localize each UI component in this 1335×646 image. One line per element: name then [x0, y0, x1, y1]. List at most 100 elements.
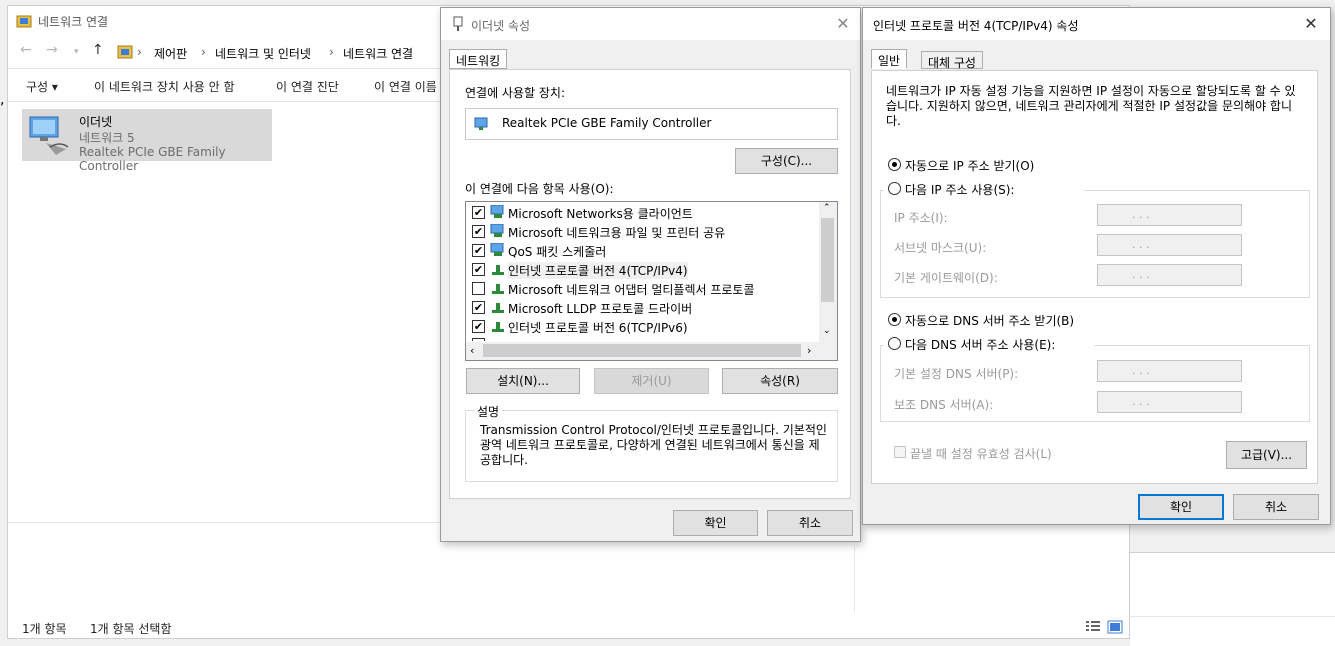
adapter-field: Realtek PCIe GBE Family Controller — [465, 108, 838, 140]
checkbox-multiplexor[interactable] — [472, 282, 485, 295]
scroll-up-icon[interactable]: ⌃ — [823, 203, 831, 213]
list-item[interactable]: ✔ 인터넷 프로토콜 버전 6(TCP/IPv6) — [470, 317, 820, 336]
item-count: 1개 항목 — [22, 622, 67, 636]
preferred-dns-field[interactable]: . . . — [1097, 360, 1242, 382]
recent-chevron-icon[interactable]: ▾ — [74, 47, 79, 57]
close-icon[interactable]: ✕ — [833, 14, 853, 33]
subnet-mask-field[interactable]: . . . — [1097, 234, 1242, 256]
checkbox-lldp[interactable]: ✔ — [472, 301, 485, 314]
networking-panel: 연결에 사용할 장치: Realtek PCIe GBE Family Cont… — [449, 69, 851, 499]
diagnose-button[interactable]: 이 연결 진단 — [276, 78, 339, 95]
scroll-right-icon[interactable]: › — [807, 344, 811, 357]
subnet-mask-label: 서브넷 마스크(U): — [894, 241, 987, 255]
ethernet-properties-dialog: 이더넷 속성 ✕ 네트워킹 연결에 사용할 장치: Realtek PCIe G… — [440, 7, 861, 542]
selected-count: 1개 항목 선택함 — [90, 622, 172, 636]
scroll-left-icon[interactable]: ‹ — [470, 344, 474, 357]
vertical-scrollbar[interactable]: ⌃ ⌄ — [819, 202, 837, 342]
explorer-title: 네트워크 연결 — [38, 15, 109, 29]
connect-using-label: 연결에 사용할 장치: — [465, 86, 565, 100]
radio-manual-ip[interactable] — [888, 182, 901, 195]
breadcrumb-separator-icon: › — [329, 45, 334, 59]
configure-button[interactable]: 구성(C)... — [735, 148, 838, 174]
ipv4-title: 인터넷 프로토콜 버전 4(TCP/IPv4) 속성 — [873, 19, 1079, 33]
advanced-button[interactable]: 고급(V)... — [1226, 441, 1307, 469]
radio-auto-dns[interactable] — [888, 313, 901, 326]
auto-ip-label[interactable]: 자동으로 IP 주소 받기(O) — [905, 157, 1034, 174]
connection-name: 이더넷 — [79, 115, 113, 129]
service-icon — [490, 224, 504, 237]
tab-alternate-config[interactable]: 대체 구성 — [921, 51, 983, 70]
details-view-icon[interactable] — [1085, 620, 1101, 634]
preferred-dns-label: 기본 설정 DNS 서버(P): — [894, 367, 1019, 381]
checkbox-file-sharing[interactable]: ✔ — [472, 225, 485, 238]
checkbox-qos[interactable]: ✔ — [472, 244, 485, 257]
tab-networking[interactable]: 네트워킹 — [449, 49, 508, 69]
address-bar[interactable]: › 제어판 › 네트워크 및 인터넷 › 네트워크 연결 — [114, 41, 452, 63]
manual-ip-legend: 다음 IP 주소 사용(S): — [884, 179, 1084, 197]
manual-dns-label[interactable]: 다음 DNS 서버 주소 사용(E): — [905, 336, 1055, 353]
adapter-name: Realtek PCIe GBE Family Controller — [502, 116, 712, 130]
properties-button[interactable]: 속성(R) — [722, 368, 838, 394]
description-group: 설명 Transmission Control Protocol/인터넷 프로토… — [465, 403, 838, 482]
props-title-bar[interactable]: 이더넷 속성 ✕ — [441, 8, 860, 40]
ipv4-title-bar[interactable]: 인터넷 프로토콜 버전 4(TCP/IPv4) 속성 ✕ — [863, 8, 1330, 40]
ok-button[interactable]: 확인 — [1138, 494, 1224, 520]
remove-button[interactable]: 제거(U) — [594, 368, 709, 394]
partial-row — [466, 338, 837, 341]
rename-button[interactable]: 이 연결 이름 — [374, 78, 437, 95]
breadcrumb-control-panel[interactable]: 제어판 — [154, 45, 187, 62]
ip-address-field[interactable]: . . . — [1097, 204, 1242, 226]
radio-auto-ip[interactable] — [888, 158, 901, 171]
list-item[interactable]: ✔ 인터넷 프로토콜 버전 4(TCP/IPv4) — [470, 260, 820, 279]
checkbox-ipv6[interactable]: ✔ — [472, 320, 485, 333]
description-label: 설명 — [474, 403, 503, 420]
disable-device-button[interactable]: 이 네트워크 장치 사용 안 함 — [94, 78, 235, 95]
validate-checkbox[interactable] — [894, 446, 906, 458]
auto-dns-label[interactable]: 자동으로 DNS 서버 주소 받기(B) — [905, 312, 1074, 329]
up-arrow-icon[interactable]: ↑ — [92, 42, 104, 58]
close-icon[interactable]: ✕ — [1301, 14, 1321, 33]
network-folder-icon — [16, 15, 32, 28]
breadcrumb-network-connections[interactable]: 네트워크 연결 — [343, 45, 413, 62]
breadcrumb-network-internet[interactable]: 네트워크 및 인터넷 — [215, 45, 311, 62]
manual-ip-label[interactable]: 다음 IP 주소 사용(S): — [905, 181, 1014, 198]
horizontal-scrollbar[interactable]: ‹ › — [466, 342, 837, 360]
hscroll-thumb[interactable] — [483, 344, 801, 357]
cancel-button[interactable]: 취소 — [767, 510, 853, 536]
install-button[interactable]: 설치(N)... — [466, 368, 580, 394]
network-adapter-icon — [474, 117, 488, 130]
list-item[interactable]: Microsoft 네트워크 어댑터 멀티플렉서 프로토콜 — [470, 279, 820, 298]
service-icon — [490, 243, 504, 256]
ok-button[interactable]: 확인 — [673, 510, 758, 536]
large-icons-view-icon[interactable] — [1107, 620, 1123, 634]
description-text: Transmission Control Protocol/인터넷 프로토콜입니… — [480, 423, 827, 467]
checkbox-partial — [472, 338, 485, 341]
items-listbox[interactable]: ✔ Microsoft Networks용 클라이언트 ✔ Microsoft … — [465, 201, 838, 361]
list-item[interactable]: ✔ Microsoft Networks용 클라이언트 — [470, 203, 820, 222]
ethernet-connection-item[interactable]: 이더넷 네트워크 5 Realtek PCIe GBE Family Contr… — [22, 109, 272, 173]
tab-general[interactable]: 일반 — [871, 49, 908, 69]
list-item[interactable]: ✔ Microsoft 네트워크용 파일 및 프린터 공유 — [470, 222, 820, 241]
radio-manual-dns[interactable] — [888, 337, 901, 350]
status-bar: 1개 항목 1개 항목 선택함 — [8, 616, 1129, 638]
props-title: 이더넷 속성 — [471, 19, 531, 33]
scroll-down-icon[interactable]: ⌄ — [823, 326, 831, 336]
list-item[interactable]: ✔ Microsoft LLDP 프로토콜 드라이버 — [470, 298, 820, 317]
ip-address-label: IP 주소(I): — [894, 211, 948, 225]
organize-menu[interactable]: 구성 ▾ — [26, 78, 58, 95]
general-panel: 네트워크가 IP 자동 설정 기능을 지원하면 IP 설정이 자동으로 할당되도… — [871, 70, 1318, 484]
validate-label: 끝낼 때 설정 유효성 검사(L) — [910, 447, 1052, 461]
ethernet-adapter-icon — [29, 116, 69, 155]
list-item[interactable]: ✔ QoS 패킷 스케줄러 — [470, 241, 820, 260]
alternate-dns-field[interactable]: . . . — [1097, 391, 1242, 413]
scroll-thumb[interactable] — [821, 218, 834, 302]
checkbox-ms-client[interactable]: ✔ — [472, 206, 485, 219]
cancel-button[interactable]: 취소 — [1233, 494, 1319, 520]
breadcrumb-separator-icon: › — [137, 45, 142, 59]
forward-arrow-icon[interactable]: → — [46, 42, 58, 58]
back-arrow-icon[interactable]: ← — [20, 42, 32, 58]
checkbox-ipv4[interactable]: ✔ — [472, 263, 485, 276]
control-panel-icon — [117, 45, 133, 59]
gateway-field[interactable]: . . . — [1097, 264, 1242, 286]
protocol-icon — [492, 303, 504, 313]
